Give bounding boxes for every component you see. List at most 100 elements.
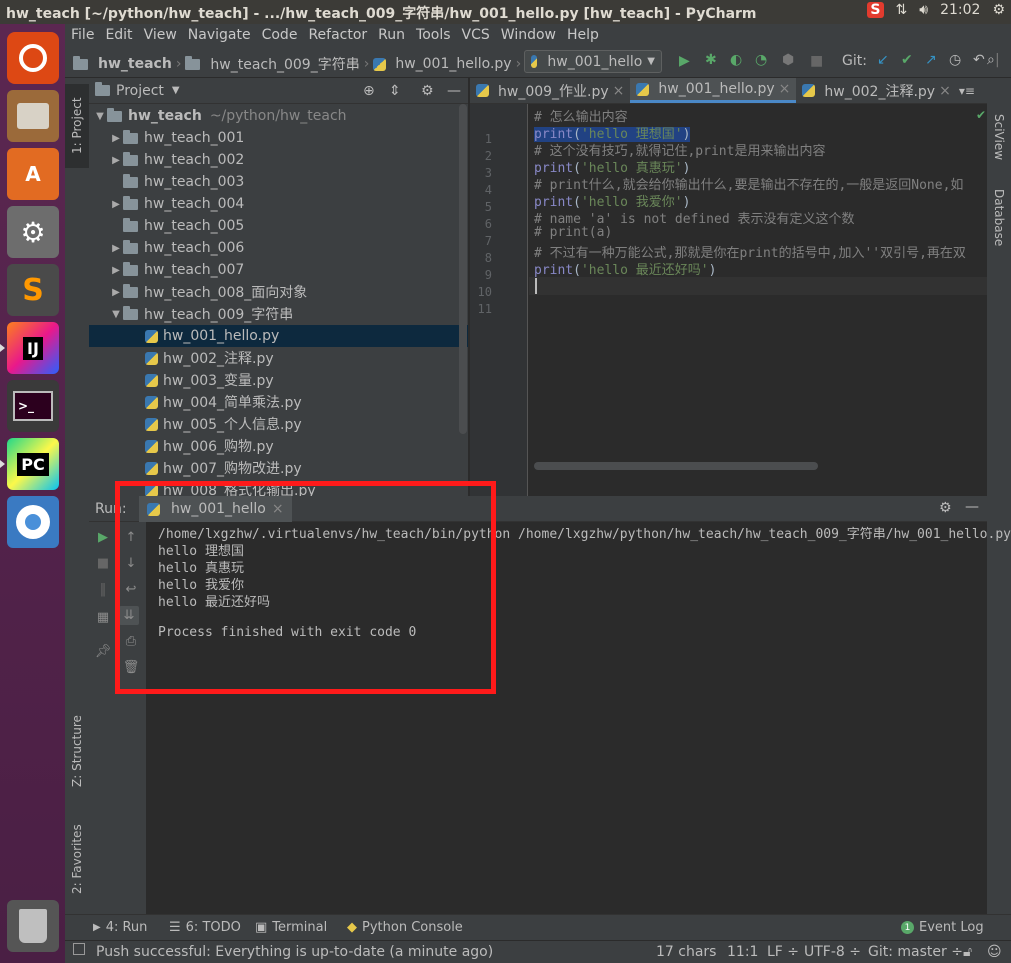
python-console-tool-tab[interactable]: ◆ Python Console — [347, 920, 463, 935]
gear-icon[interactable]: ⚙ — [939, 500, 952, 516]
tree-file[interactable]: hw_001_hello.py — [89, 325, 468, 347]
terminal-tool-tab[interactable]: ▣ Terminal — [255, 920, 327, 935]
git-update-icon[interactable]: ↙ — [877, 52, 889, 68]
close-icon[interactable]: × — [613, 83, 625, 99]
tree-file[interactable]: hw_007_购物改进.py — [89, 457, 468, 479]
tab-overflow-menu[interactable]: ▾≡ — [957, 78, 977, 103]
breadcrumb-folder[interactable]: hw_teach_009_字符串 — [210, 54, 359, 74]
tree-folder[interactable]: ▼ hw_teach_009_字符串 — [89, 303, 468, 325]
collapse-all-icon[interactable]: ⇕ — [389, 83, 401, 99]
hide-panel-icon[interactable]: — — [965, 499, 979, 515]
tree-file[interactable]: hw_002_注释.py — [89, 347, 468, 369]
scroll-from-source-icon[interactable]: ⊕ — [363, 83, 375, 99]
expand-caret[interactable]: ▶ — [109, 243, 123, 254]
coverage-icon[interactable]: ◐ — [730, 52, 742, 68]
file-encoding[interactable]: UTF-8 ÷ — [804, 944, 861, 960]
menu-window[interactable]: Window — [501, 27, 556, 43]
debug-icon[interactable]: ✱ — [705, 52, 717, 68]
files-icon[interactable] — [7, 90, 59, 142]
code-line[interactable]: # print(a) — [534, 225, 612, 240]
tree-folder[interactable]: hw_teach_003 — [89, 171, 468, 193]
close-icon[interactable]: × — [939, 83, 951, 99]
search-icon[interactable]: ⌕ — [987, 52, 995, 68]
breadcrumb-file[interactable]: hw_001_hello.py — [395, 56, 511, 72]
project-scrollbar[interactable] — [459, 104, 467, 434]
menu-code[interactable]: Code — [262, 27, 298, 43]
tab-hw-002[interactable]: hw_002_注释.py × — [796, 78, 956, 103]
git-commit-icon[interactable]: ✔ — [901, 52, 913, 68]
tree-folder[interactable]: ▶ hw_teach_006 — [89, 237, 468, 259]
clock[interactable]: 21:02 — [940, 2, 980, 18]
menu-help[interactable]: Help — [567, 27, 599, 43]
tree-folder[interactable]: ▶ hw_teach_008_面向对象 — [89, 281, 468, 303]
network-icon[interactable]: ⇅ — [896, 2, 908, 18]
git-branch[interactable]: Git: master ÷ — [868, 944, 963, 960]
menu-navigate[interactable]: Navigate — [188, 27, 251, 43]
tree-folder[interactable]: ▶ hw_teach_007 — [89, 259, 468, 281]
run-icon[interactable]: ▶ — [679, 53, 690, 69]
expand-caret[interactable]: ▶ — [109, 155, 123, 166]
gear-icon[interactable]: ⚙ — [421, 83, 434, 99]
chevron-down-icon[interactable]: ▼ — [172, 85, 180, 96]
code-line[interactable]: print('hello 最近还好吗') — [534, 259, 716, 278]
power-gear-icon[interactable]: ⚙ — [992, 2, 1005, 18]
stop-icon[interactable]: ■ — [93, 556, 113, 571]
caret-position[interactable]: 11:1 — [727, 944, 758, 960]
run-config-select[interactable]: hw_001_hello ▼ — [524, 50, 662, 73]
tree-root[interactable]: ▼ hw_teach ~/python/hw_teach — [89, 105, 468, 127]
breadcrumb-root[interactable]: hw_teach — [98, 56, 172, 72]
revert-icon[interactable]: ↶ — [973, 52, 985, 68]
history-icon[interactable]: ◷ — [949, 52, 961, 68]
profile-icon[interactable]: ◔ — [755, 52, 767, 68]
run-tool-tab[interactable]: ▶ 4: Run — [93, 920, 147, 935]
terminal-icon[interactable]: >_ — [7, 380, 59, 432]
pin-icon[interactable]: 📌︎ — [93, 644, 113, 659]
database-tool-tab[interactable]: Database — [987, 178, 1011, 258]
pause-icon[interactable]: ‖ — [93, 582, 113, 597]
inspection-ok-icon[interactable]: ✔ — [976, 108, 986, 122]
stop-icon[interactable]: ■ — [810, 53, 823, 69]
chromium-icon[interactable] — [7, 496, 59, 548]
pycharm-icon[interactable]: PC — [0, 438, 59, 490]
tree-folder[interactable]: hw_teach_005 — [89, 215, 468, 237]
expand-caret[interactable]: ▼ — [93, 111, 107, 122]
menu-vcs[interactable]: VCS — [462, 27, 490, 43]
menu-edit[interactable]: Edit — [105, 27, 132, 43]
system-settings-icon[interactable]: ⚙ — [7, 206, 59, 258]
sublime-text-icon[interactable]: S — [7, 264, 59, 316]
structure-tool-tab[interactable]: Z: Structure — [65, 706, 89, 796]
volume-icon[interactable]: 🔊︎ — [919, 2, 928, 18]
todo-tool-tab[interactable]: ☰ 6: TODO — [169, 920, 241, 935]
event-log-tool-tab[interactable]: 1 Event Log — [901, 920, 984, 935]
tab-hw-009[interactable]: hw_009_作业.py × — [470, 78, 630, 103]
close-icon[interactable]: × — [779, 81, 791, 97]
intellij-idea-icon[interactable]: IJ — [0, 322, 59, 374]
hide-panel-icon[interactable]: — — [447, 83, 461, 99]
tab-hw-001-hello[interactable]: hw_001_hello.py × — [630, 78, 797, 103]
expand-caret[interactable]: ▶ — [109, 287, 123, 298]
menu-file[interactable]: File — [71, 27, 94, 43]
line-separator[interactable]: LF ÷ — [767, 944, 799, 960]
project-panel-title[interactable]: Project — [116, 83, 164, 99]
menu-run[interactable]: Run — [378, 27, 405, 43]
expand-caret[interactable]: ▶ — [109, 199, 123, 210]
tool-window-toggle-icon[interactable] — [73, 943, 85, 955]
tree-file[interactable]: hw_005_个人信息.py — [89, 413, 468, 435]
trash-icon[interactable] — [7, 900, 59, 952]
sciview-tool-tab[interactable]: SciView — [987, 102, 1011, 172]
ubuntu-dash-icon[interactable] — [7, 32, 59, 84]
rerun-icon[interactable]: ▶ — [93, 530, 113, 545]
status-message[interactable]: Push successful: Everything is up-to-dat… — [96, 944, 493, 960]
expand-caret[interactable]: ▼ — [109, 309, 123, 320]
expand-caret[interactable]: ▶ — [109, 265, 123, 276]
tree-file[interactable]: hw_006_购物.py — [89, 435, 468, 457]
menu-tools[interactable]: Tools — [416, 27, 451, 43]
layout-icon[interactable]: ▦ — [93, 610, 113, 625]
inspector-icon[interactable]: ☺ — [987, 944, 1002, 960]
editor-horizontal-scrollbar[interactable] — [534, 462, 818, 470]
lock-icon[interactable]: 🔓︎ — [963, 944, 972, 960]
input-method-icon[interactable]: S — [867, 2, 884, 18]
project-tool-tab[interactable]: 1: Project — [65, 84, 89, 168]
tree-folder[interactable]: ▶ hw_teach_002 — [89, 149, 468, 171]
tree-file[interactable]: hw_004_简单乘法.py — [89, 391, 468, 413]
